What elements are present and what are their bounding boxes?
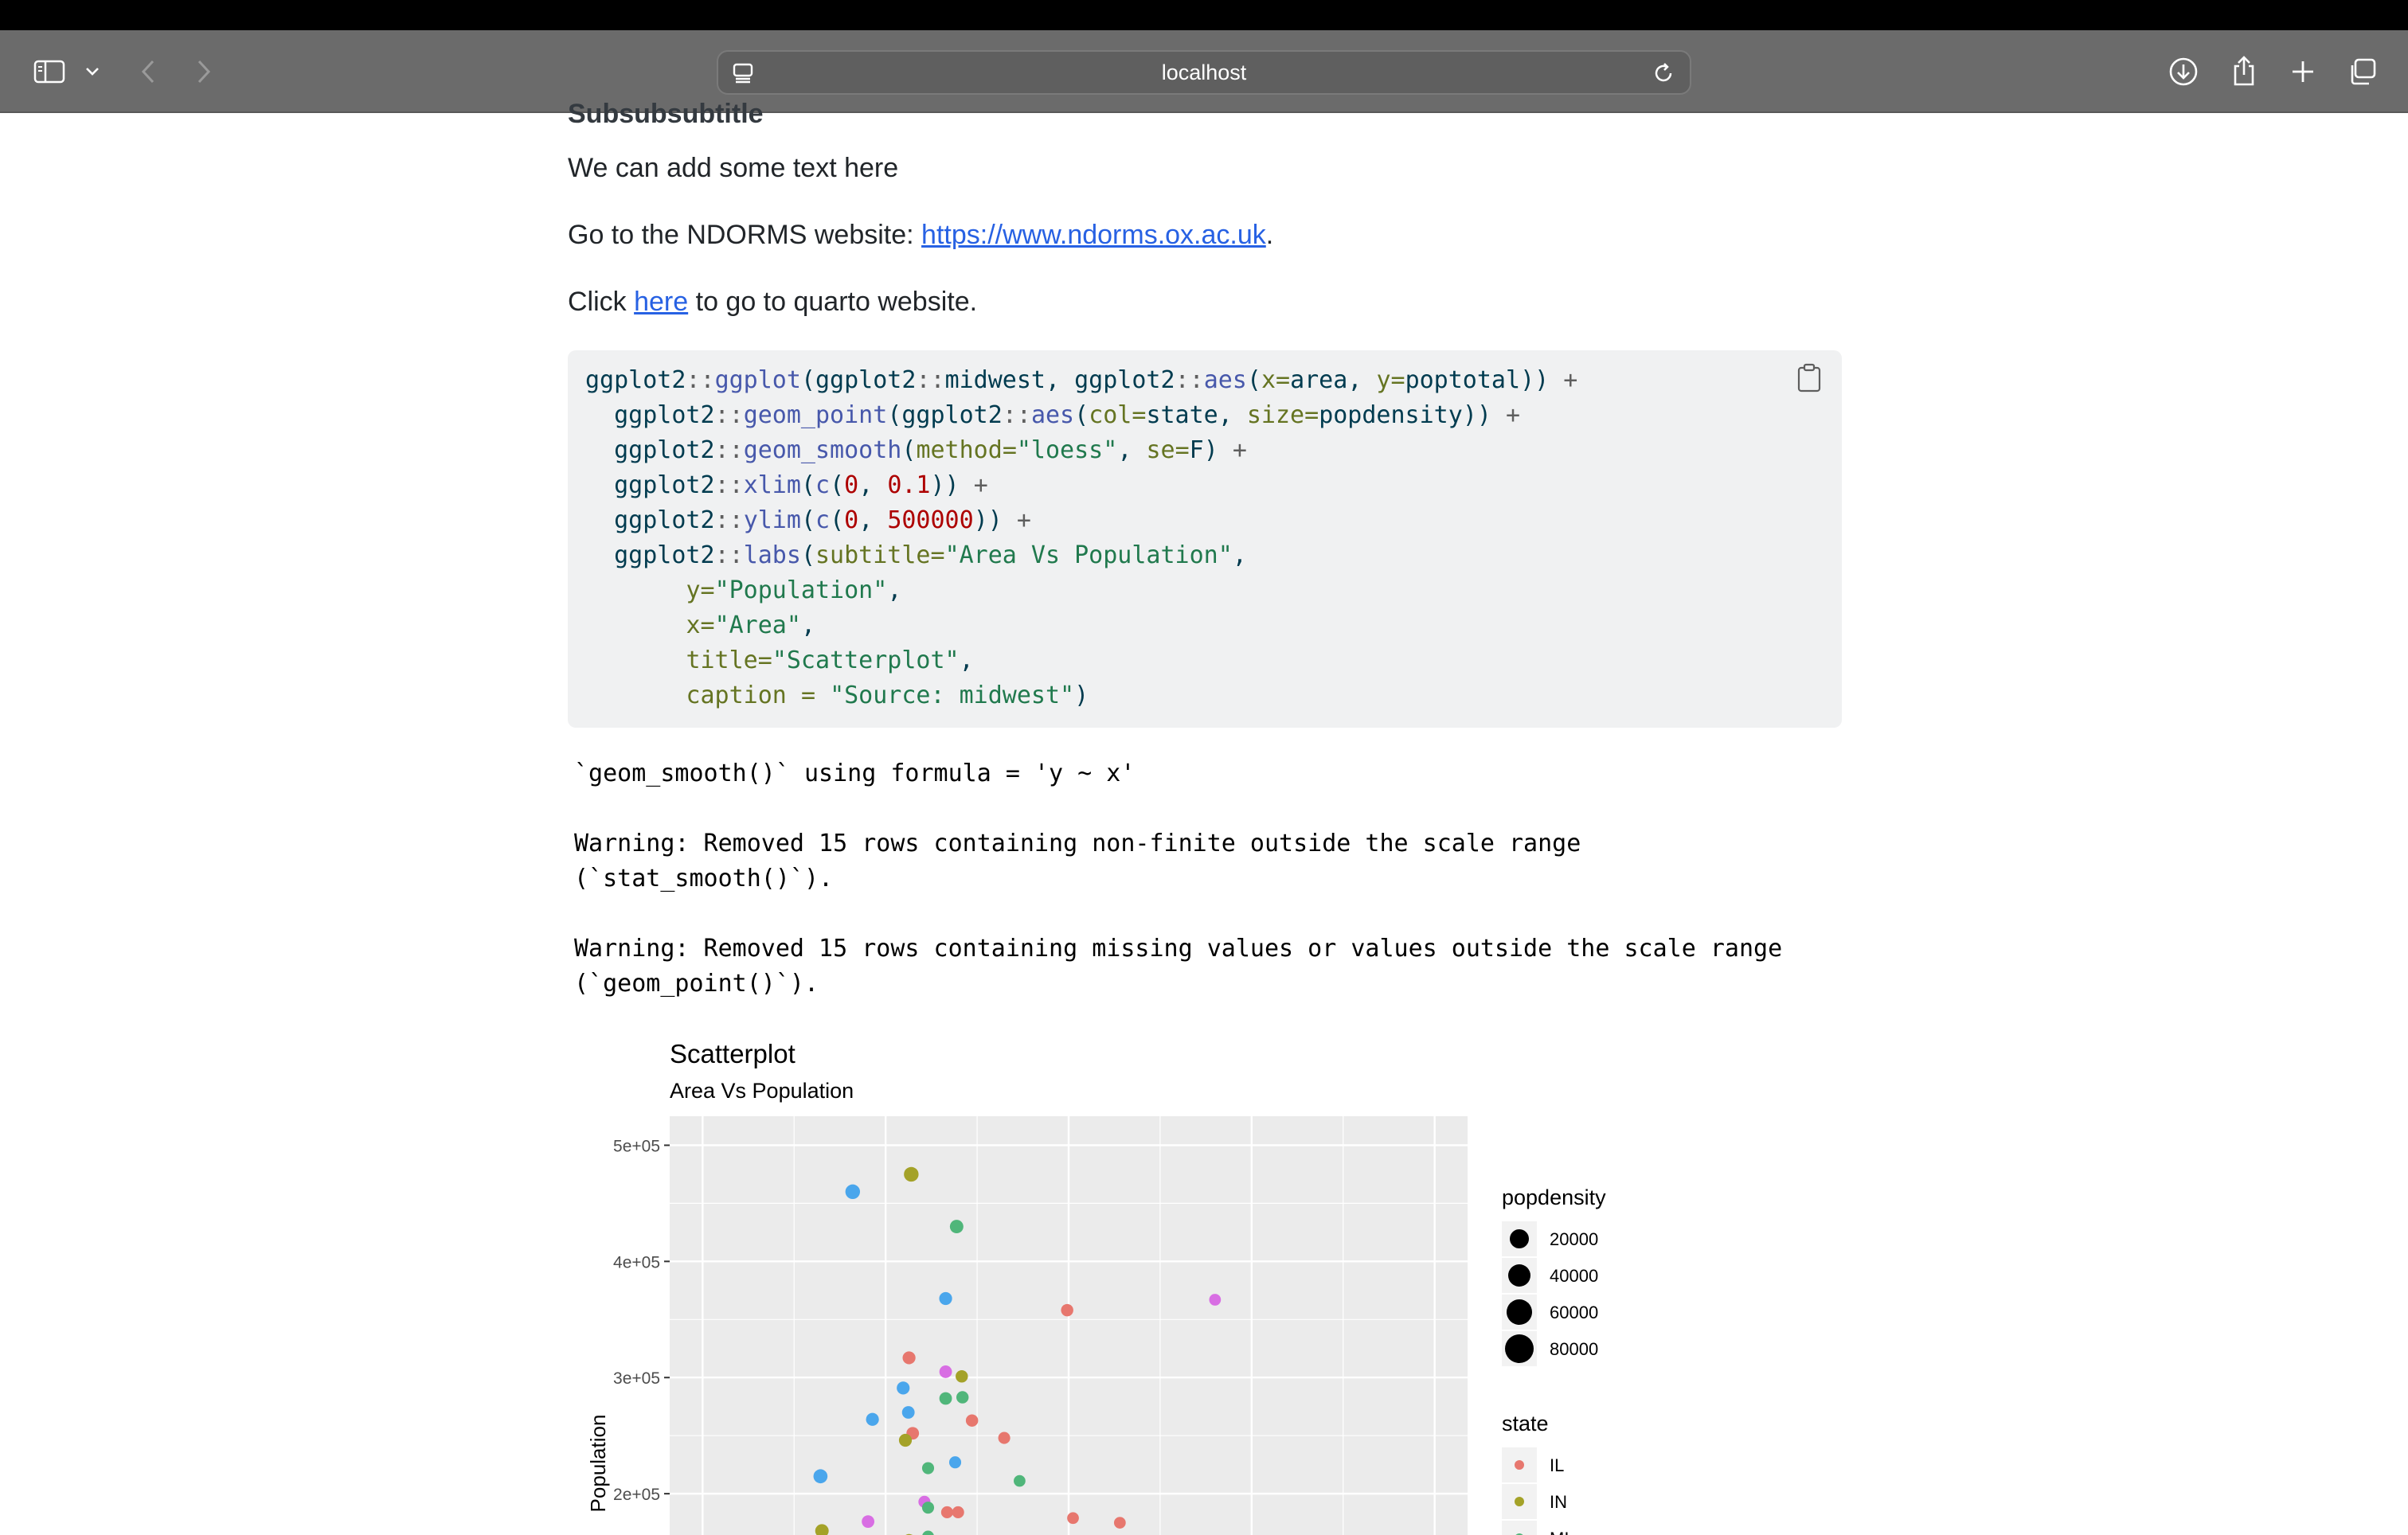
ndorms-paragraph: Go to the NDORMS website: https://www.nd… xyxy=(568,220,1273,251)
sidebar-toggle-button[interactable] xyxy=(29,54,70,89)
y-tick-label: 2e+05 xyxy=(613,1486,660,1504)
color-legend-dot xyxy=(1515,1460,1524,1470)
y-tick-label: 3e+05 xyxy=(613,1369,660,1388)
size-legend-title: popdensity xyxy=(1502,1185,1606,1209)
downloads-button[interactable] xyxy=(2166,54,2201,89)
new-tab-button[interactable] xyxy=(2285,54,2320,89)
forward-icon xyxy=(196,59,212,84)
data-point-mi xyxy=(921,1502,935,1514)
size-legend-label: 80000 xyxy=(1550,1339,1598,1359)
data-point-mi xyxy=(949,1220,964,1234)
output-line-1: `geom_smooth()` using formula = 'y ~ x' xyxy=(574,760,1136,787)
output-line-4: (`stat_smooth()`). xyxy=(574,865,834,892)
data-point-oh xyxy=(813,1469,828,1484)
quarto-link[interactable]: here xyxy=(634,287,688,317)
data-point-wi xyxy=(939,1365,952,1378)
intro-paragraph: We can add some text here xyxy=(568,153,899,183)
chart-subtitle: Area Vs Population xyxy=(670,1079,854,1103)
data-point-mi xyxy=(1014,1474,1026,1487)
back-icon xyxy=(140,59,156,84)
data-point-mi xyxy=(939,1392,952,1405)
data-point-il xyxy=(1067,1512,1079,1525)
color-legend-label: IL xyxy=(1550,1455,1564,1475)
data-point-il xyxy=(902,1351,916,1365)
data-point-oh xyxy=(939,1291,952,1306)
color-legend-title: state xyxy=(1502,1412,1549,1435)
sidebar-icon xyxy=(33,60,65,84)
data-point-mi xyxy=(921,1462,935,1474)
data-point-mi xyxy=(956,1391,969,1404)
data-point-in xyxy=(898,1433,913,1447)
data-point-oh xyxy=(948,1456,962,1469)
share-icon xyxy=(2230,55,2258,87)
quarto-prefix: Click xyxy=(568,287,635,317)
data-point-oh xyxy=(845,1184,861,1200)
output-line-6: Warning: Removed 15 rows containing miss… xyxy=(574,935,1783,963)
color-legend-dot xyxy=(1515,1497,1524,1506)
data-point-oh xyxy=(897,1381,910,1395)
ndorms-suffix: . xyxy=(1265,220,1274,250)
data-point-oh xyxy=(866,1412,879,1426)
browser-toolbar: localhost xyxy=(0,30,2408,113)
y-axis-label: Population xyxy=(586,1415,610,1513)
quarto-suffix: to go to quarto website. xyxy=(688,287,978,317)
data-point-wi xyxy=(862,1515,875,1529)
output-line-3: Warning: Removed 15 rows containing non-… xyxy=(574,830,1581,857)
reload-icon[interactable] xyxy=(1650,61,1677,85)
chart-title: Scatterplot xyxy=(670,1039,796,1068)
data-point-oh xyxy=(901,1406,915,1419)
subsubsubtitle-heading: Subsubsubtitle xyxy=(568,99,764,129)
data-point-il xyxy=(965,1414,979,1427)
data-point-in xyxy=(956,1370,968,1383)
data-point-il xyxy=(952,1506,964,1519)
size-legend-dot xyxy=(1505,1334,1534,1363)
copy-to-clipboard-icon[interactable] xyxy=(1796,363,1823,397)
ndorms-link[interactable]: https://www.ndorms.ox.ac.uk xyxy=(921,220,1266,250)
chevron-down-icon xyxy=(85,67,100,76)
size-legend-label: 40000 xyxy=(1550,1266,1598,1286)
window-top-strip xyxy=(0,0,2408,30)
color-legend-label: IN xyxy=(1550,1492,1567,1512)
code-text: ggplot2::ggplot(ggplot2::midwest, ggplot… xyxy=(585,366,1578,709)
back-button[interactable] xyxy=(132,54,164,89)
output-line-7: (`geom_point()`). xyxy=(574,970,819,998)
size-legend-dot xyxy=(1508,1264,1530,1287)
scatterplot-figure: Scatterplot Area Vs Population 2e+05 3e+0… xyxy=(568,1027,1683,1535)
data-point-il xyxy=(1061,1303,1073,1317)
color-legend-key xyxy=(1502,1521,1537,1535)
new-tab-icon xyxy=(2290,59,2316,84)
sidebar-menu-button[interactable] xyxy=(81,57,104,86)
tabs-overview-icon xyxy=(2347,57,2378,86)
size-legend-label: 20000 xyxy=(1550,1229,1598,1249)
code-block: ggplot2::ggplot(ggplot2::midwest, ggplot… xyxy=(568,350,1842,728)
url-text: localhost xyxy=(1161,60,1247,84)
ndorms-prefix: Go to the NDORMS website: xyxy=(568,220,922,250)
data-point-il xyxy=(940,1506,953,1519)
plot-panel: 2e+05 3e+05 4e+05 5e+05 xyxy=(613,1116,1468,1535)
share-button[interactable] xyxy=(2226,53,2261,89)
address-bar[interactable]: localhost xyxy=(717,50,1691,95)
forward-button[interactable] xyxy=(188,54,220,89)
data-point-wi xyxy=(1209,1294,1222,1306)
data-point-il xyxy=(998,1431,1010,1444)
y-tick-label: 5e+05 xyxy=(613,1137,660,1155)
size-legend-label: 60000 xyxy=(1550,1303,1598,1322)
y-tick-label: 4e+05 xyxy=(613,1253,660,1271)
download-icon xyxy=(2168,57,2199,87)
data-point-in xyxy=(904,1166,919,1182)
color-legend-label: MI xyxy=(1550,1529,1569,1535)
scatterplot-svg: Scatterplot Area Vs Population 2e+05 3e+0… xyxy=(586,1039,1606,1535)
size-legend-dot xyxy=(1510,1229,1529,1248)
data-point-il xyxy=(1113,1517,1126,1529)
legend: popdensity state 20000 40000 60000 80000 IL I… xyxy=(1502,1185,1606,1535)
tabs-overview-button[interactable] xyxy=(2344,54,2381,89)
size-legend-dot xyxy=(1507,1299,1532,1325)
quarto-paragraph: Click here to go to quarto website. xyxy=(568,287,977,318)
